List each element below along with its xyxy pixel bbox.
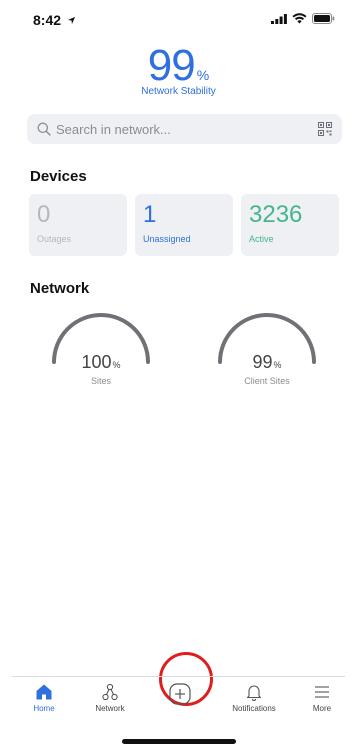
devices-title: Devices (30, 168, 87, 185)
tab-network-label: Network (95, 704, 125, 713)
sites-gauge[interactable]: 100% Sites (46, 306, 156, 396)
device-card-unassigned[interactable]: 1 Unassigned (135, 194, 233, 256)
add-icon (169, 683, 191, 705)
tab-bar: Home Network Notifications More (12, 676, 345, 734)
client-sites-percent-unit: % (273, 360, 282, 370)
outages-label: Outages (37, 234, 72, 244)
tab-home[interactable]: Home (14, 683, 74, 713)
network-stability-number: 99 (147, 41, 196, 90)
status-bar: 8:42 (0, 0, 357, 40)
status-time: 8:42 (33, 12, 76, 28)
home-icon (36, 684, 52, 700)
battery-icon (312, 13, 335, 24)
tab-notifications-label: Notifications (232, 704, 276, 713)
status-icons (271, 13, 335, 24)
active-count: 3236 (249, 201, 303, 228)
sites-label: Sites (90, 376, 111, 386)
status-time-text: 8:42 (33, 12, 62, 28)
client-sites-gauge[interactable]: 99% Client Sites (212, 306, 322, 396)
search-icon (37, 122, 51, 136)
network-title: Network (30, 280, 90, 297)
client-sites-gauge-value: 99% (212, 352, 322, 373)
wifi-icon (292, 13, 307, 24)
client-sites-label: Client Sites (244, 376, 290, 386)
tab-notifications[interactable]: Notifications (224, 683, 284, 713)
home-indicator (122, 739, 236, 744)
network-stability-value: 99% (0, 44, 357, 88)
tab-more-label: More (312, 704, 332, 713)
location-arrow-icon (67, 16, 76, 25)
network-stability-label: Network Stability (141, 86, 216, 97)
unassigned-label: Unassigned (143, 234, 191, 244)
network-icon (102, 683, 118, 701)
device-cards: 0 Outages 1 Unassigned 3236 Active (29, 194, 339, 256)
tab-more[interactable]: More (292, 683, 352, 713)
search-input[interactable]: Search in network... (56, 122, 318, 137)
tab-home-label: Home (33, 704, 55, 713)
outages-count: 0 (37, 201, 51, 228)
network-stability: 99% Network Stability (0, 44, 357, 98)
client-sites-percent: 99 (252, 352, 273, 372)
sites-percent-unit: % (112, 360, 121, 370)
qr-code-icon[interactable] (318, 122, 332, 136)
add-button[interactable] (162, 683, 198, 705)
unassigned-count: 1 (143, 201, 157, 228)
sites-percent: 100 (81, 352, 112, 372)
active-label: Active (249, 234, 274, 244)
sites-gauge-value: 100% (46, 352, 156, 373)
bell-icon (246, 685, 262, 701)
device-card-outages[interactable]: 0 Outages (29, 194, 127, 256)
signal-icon (271, 13, 287, 24)
menu-icon (315, 686, 329, 698)
tab-network[interactable]: Network (80, 683, 140, 713)
network-stability-unit: % (196, 67, 210, 83)
search-bar[interactable]: Search in network... (27, 114, 342, 144)
device-card-active[interactable]: 3236 Active (241, 194, 339, 256)
